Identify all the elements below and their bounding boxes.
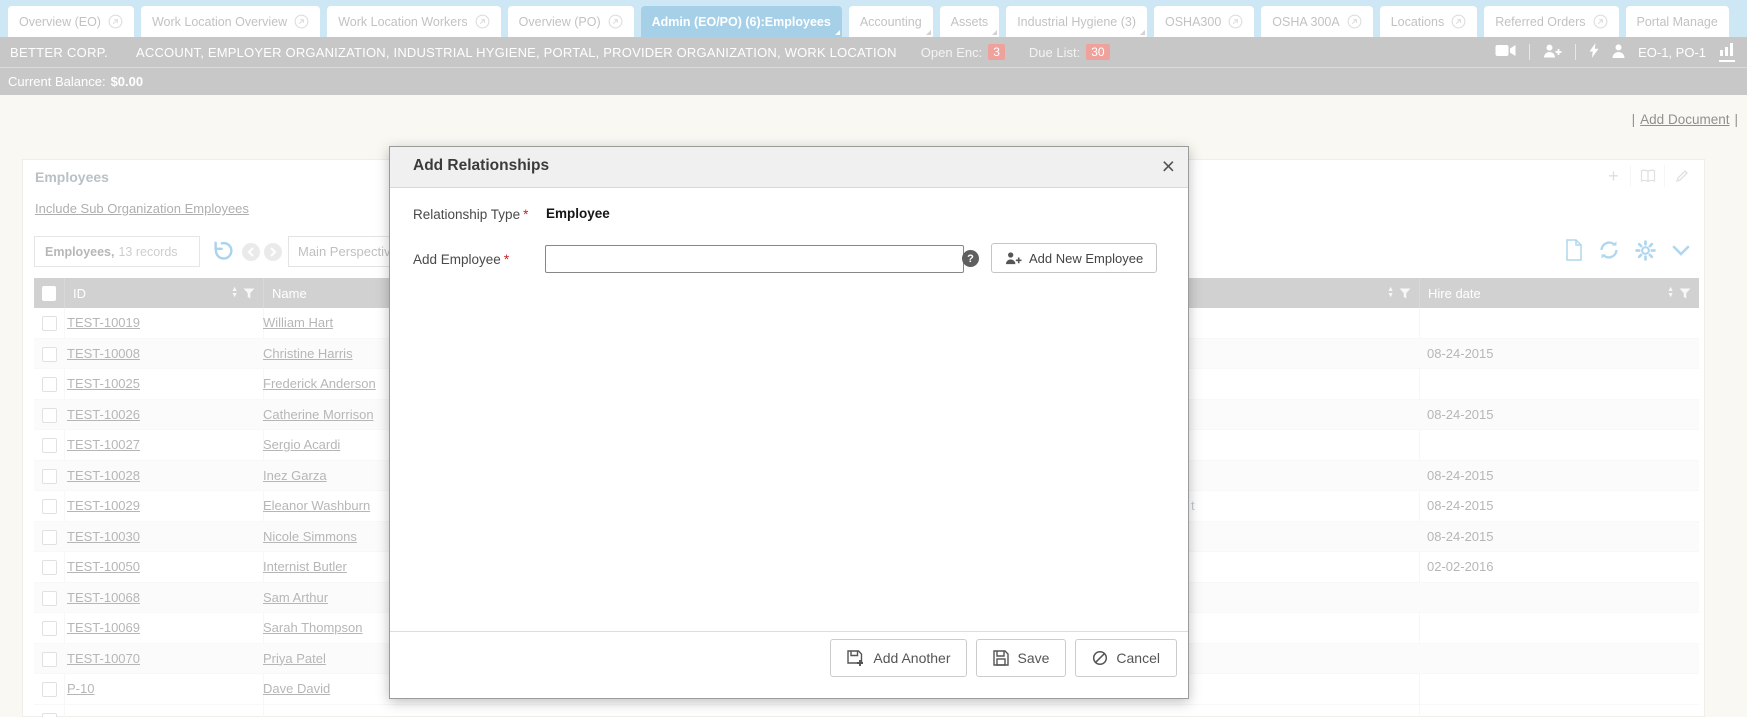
add-new-employee-button[interactable]: Add New Employee bbox=[991, 243, 1157, 273]
modal-footer-buttons: Add Another Save Cancel bbox=[830, 639, 1177, 677]
relationship-type-label: Relationship Type* bbox=[413, 207, 528, 222]
required-asterisk: * bbox=[523, 207, 528, 222]
add-relationships-modal: Add Relationships × Relationship Type* E… bbox=[389, 146, 1189, 699]
required-asterisk: * bbox=[504, 252, 509, 267]
help-icon[interactable]: ? bbox=[962, 250, 979, 267]
close-icon[interactable]: × bbox=[1162, 151, 1175, 181]
relationship-type-value: Employee bbox=[546, 206, 610, 221]
add-employee-input[interactable] bbox=[545, 245, 964, 273]
save-button[interactable]: Save bbox=[976, 639, 1066, 677]
app-window: Overview (EO)Work Location OverviewWork … bbox=[0, 0, 1747, 717]
add-person-icon bbox=[1005, 251, 1022, 265]
modal-title: Add Relationships bbox=[413, 157, 549, 175]
add-employee-label: Add Employee* bbox=[413, 252, 509, 267]
footer-divider bbox=[390, 631, 1188, 632]
add-another-button[interactable]: Add Another bbox=[830, 639, 967, 677]
cancel-button[interactable]: Cancel bbox=[1075, 639, 1177, 677]
save-plus-icon bbox=[847, 650, 865, 667]
modal-header: Add Relationships × bbox=[390, 147, 1188, 188]
cancel-icon bbox=[1092, 650, 1108, 666]
save-icon bbox=[993, 650, 1009, 666]
